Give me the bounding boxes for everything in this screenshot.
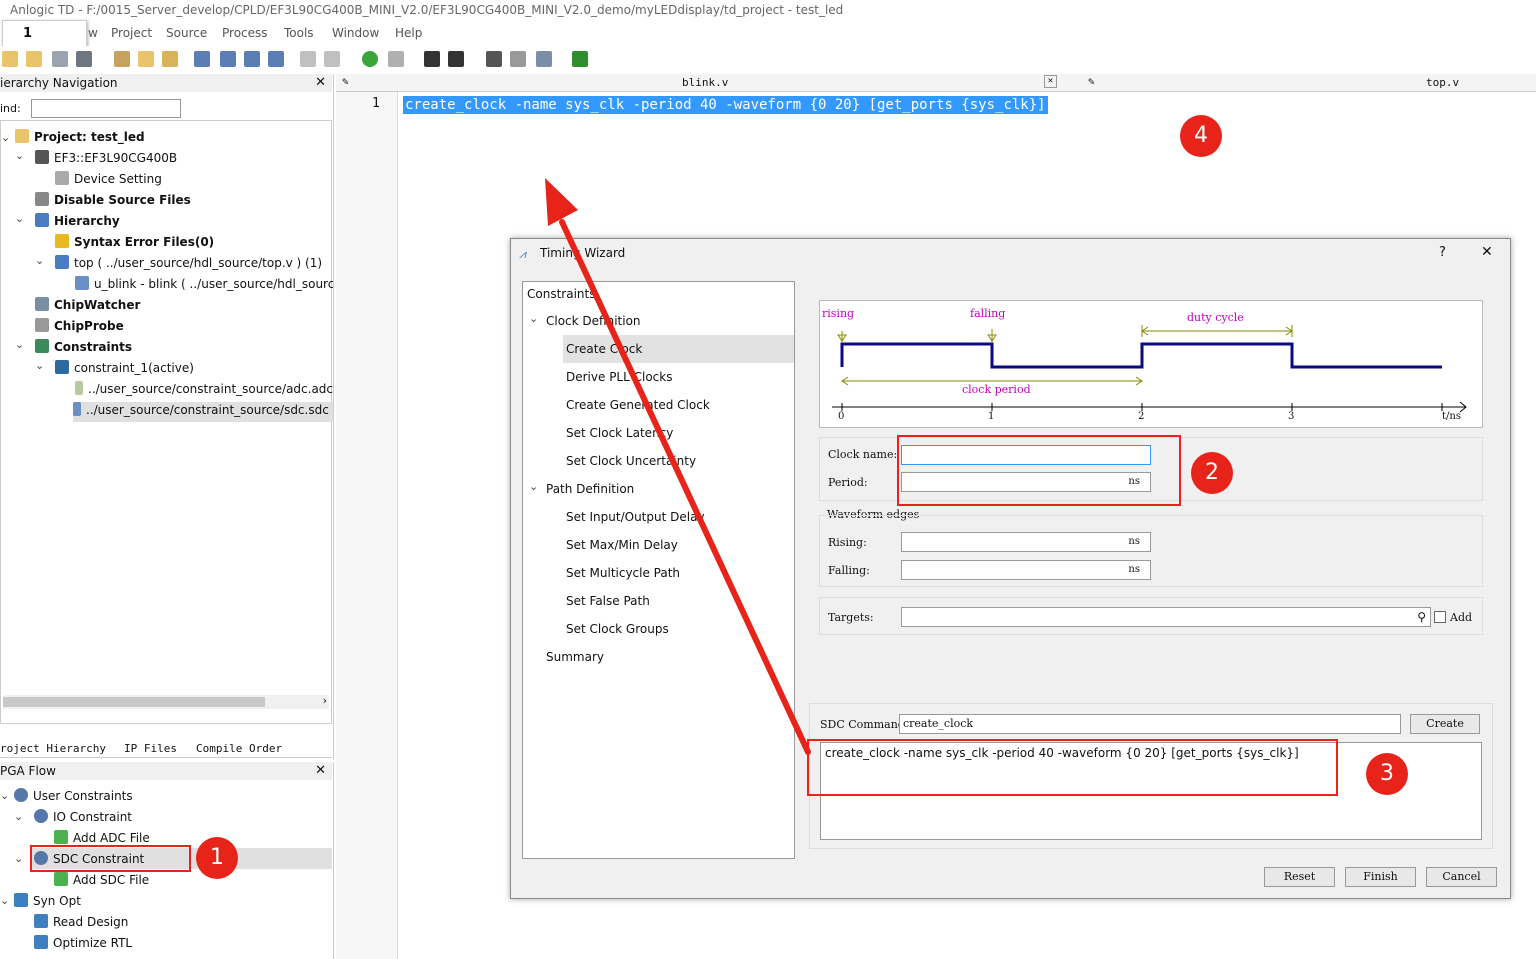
annotation-box-1 [30,845,191,872]
annotation-badge-3: 3 [1366,753,1408,795]
annotation-badge-1: 1 [196,837,238,879]
annotation-badge-2: 2 [1191,452,1233,494]
annotation-box-2 [897,435,1181,506]
annotation-arrow [545,178,811,755]
annotation-badge-4: 4 [1180,115,1222,157]
annotation-box-3 [807,739,1338,796]
